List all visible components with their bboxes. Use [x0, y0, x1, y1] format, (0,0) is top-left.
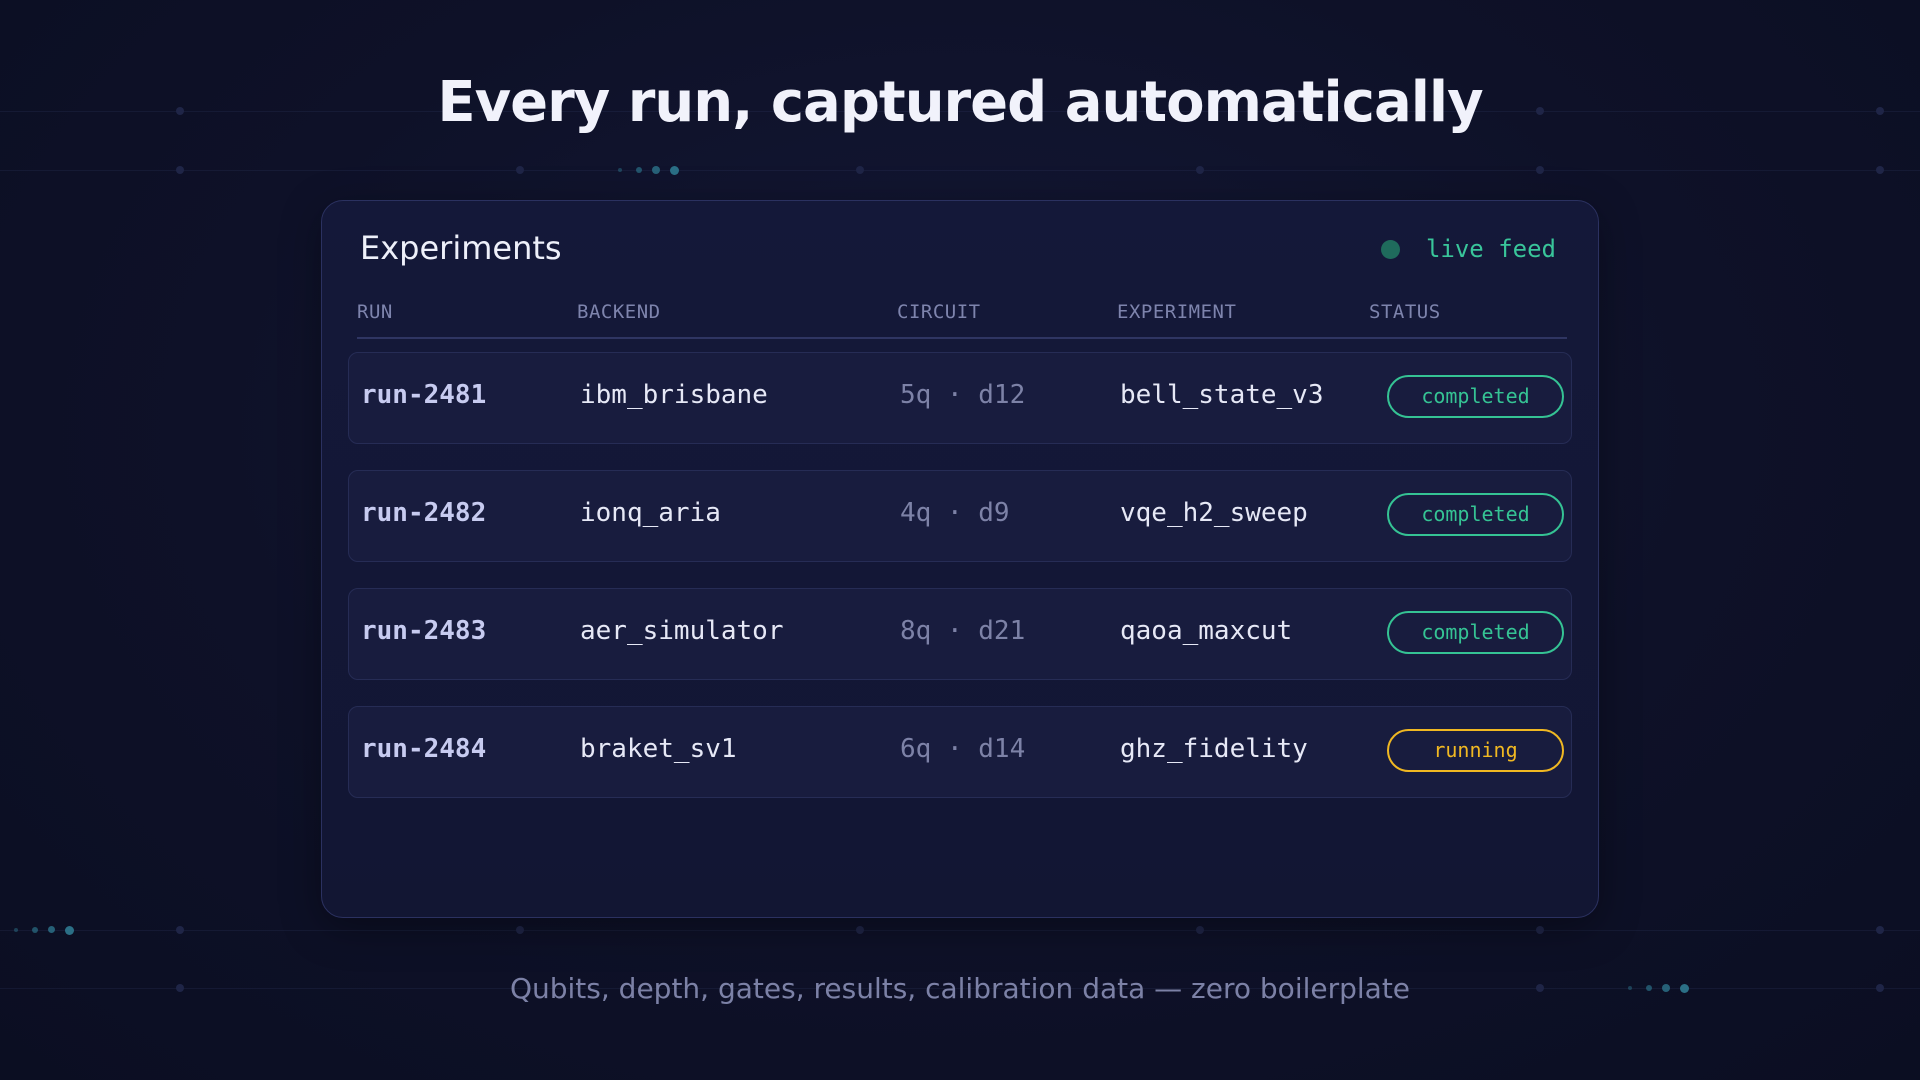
circuit-summary: 6q · d14: [900, 734, 1026, 764]
backend-name: aer_simulator: [580, 616, 784, 646]
column-header-circuit[interactable]: CIRCUIT: [897, 301, 981, 323]
table-header: RUN BACKEND CIRCUIT EXPERIMENT STATUS: [357, 297, 1567, 339]
backend-name: ibm_brisbane: [580, 380, 768, 410]
grid-node: [1196, 166, 1204, 174]
grid-node: [1536, 166, 1544, 174]
live-feed-label: live feed: [1425, 235, 1556, 263]
circuit-summary: 5q · d12: [900, 380, 1026, 410]
signal-pulse: [618, 168, 622, 172]
signal-pulse: [652, 166, 660, 174]
experiment-name: ghz_fidelity: [1120, 734, 1308, 764]
live-feed-indicator: live feed: [1380, 235, 1556, 263]
signal-pulse: [670, 166, 679, 175]
column-header-experiment[interactable]: EXPERIMENT: [1117, 301, 1236, 323]
grid-line: [0, 170, 1920, 171]
signal-pulse: [48, 926, 55, 933]
panel-title: Experiments: [360, 229, 562, 267]
circuit-summary: 8q · d21: [900, 616, 1026, 646]
column-header-backend[interactable]: BACKEND: [577, 301, 661, 323]
table-row[interactable]: run-2482 ionq_aria 4q · d9 vqe_h2_sweep …: [348, 470, 1572, 562]
run-id: run-2484: [361, 734, 487, 764]
grid-node: [176, 166, 184, 174]
table-row[interactable]: run-2481 ibm_brisbane 5q · d12 bell_stat…: [348, 352, 1572, 444]
status-badge: running: [1387, 729, 1564, 772]
experiments-panel: Experiments live feed RUN BACKEND CIRCUI…: [321, 200, 1599, 918]
experiment-name: qaoa_maxcut: [1120, 616, 1293, 646]
signal-pulse: [636, 167, 642, 173]
grid-line: [0, 930, 1920, 931]
backend-name: braket_sv1: [580, 734, 737, 764]
grid-node: [516, 166, 524, 174]
run-id: run-2483: [361, 616, 487, 646]
headline: Every run, captured automatically: [437, 70, 1483, 135]
live-status-dot-icon: [1380, 239, 1400, 259]
experiment-name: vqe_h2_sweep: [1120, 498, 1308, 528]
run-id: run-2481: [361, 380, 487, 410]
status-badge: completed: [1387, 375, 1564, 418]
grid-node: [856, 926, 864, 934]
status-badge: completed: [1387, 611, 1564, 654]
backend-name: ionq_aria: [580, 498, 721, 528]
grid-node: [516, 926, 524, 934]
signal-pulse: [65, 926, 74, 935]
column-header-status[interactable]: STATUS: [1369, 301, 1441, 323]
subheadline: Qubits, depth, gates, results, calibrati…: [509, 972, 1411, 1005]
table-row[interactable]: run-2483 aer_simulator 8q · d21 qaoa_max…: [348, 588, 1572, 680]
table-row[interactable]: run-2484 braket_sv1 6q · d14 ghz_fidelit…: [348, 706, 1572, 798]
experiment-name: bell_state_v3: [1120, 380, 1324, 410]
grid-node: [856, 166, 864, 174]
signal-pulse: [14, 928, 18, 932]
grid-node: [1196, 926, 1204, 934]
circuit-summary: 4q · d9: [900, 498, 1010, 528]
grid-node: [176, 926, 184, 934]
grid-node: [1876, 926, 1884, 934]
column-header-run[interactable]: RUN: [357, 301, 393, 323]
signal-pulse: [32, 927, 38, 933]
grid-node: [1536, 926, 1544, 934]
run-id: run-2482: [361, 498, 487, 528]
status-badge: completed: [1387, 493, 1564, 536]
grid-node: [1876, 166, 1884, 174]
